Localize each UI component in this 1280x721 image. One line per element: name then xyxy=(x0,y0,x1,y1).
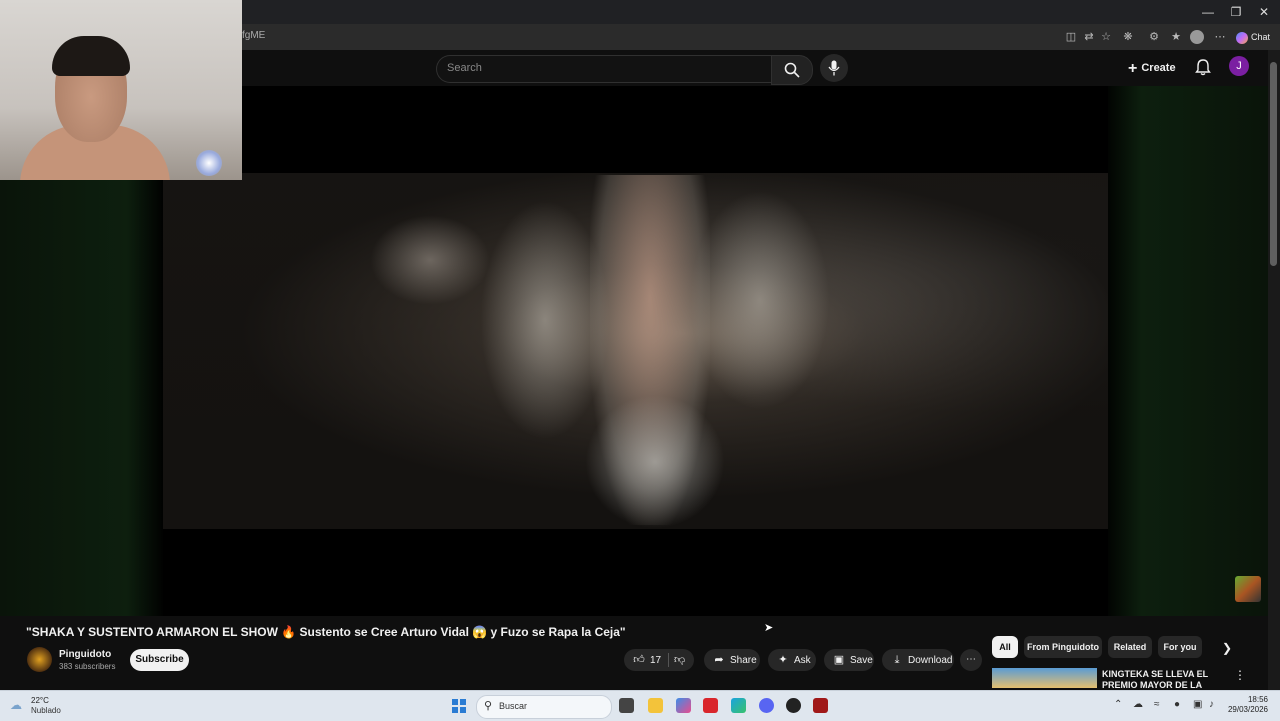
microphone-tray-icon[interactable]: ● xyxy=(1174,699,1180,710)
video-figure-arm xyxy=(370,215,490,305)
like-divider xyxy=(668,653,669,667)
ring-light xyxy=(196,150,222,176)
taskbar-search-label: Buscar xyxy=(499,701,528,711)
mouse-cursor-icon: ➤ xyxy=(764,622,774,634)
plus-icon: + xyxy=(1128,60,1138,77)
chip-for-you[interactable]: For you xyxy=(1158,636,1202,658)
like-count: 17 xyxy=(650,655,662,666)
microphone-icon xyxy=(828,60,840,76)
extensions-icon[interactable]: ❋ xyxy=(1121,30,1135,44)
windows-start-icon[interactable] xyxy=(452,699,466,713)
chip-from-channel[interactable]: From Pinguidoto xyxy=(1024,636,1102,658)
share-button[interactable]: ➦ Share xyxy=(704,649,760,671)
game-app-icon[interactable] xyxy=(813,698,828,713)
bookmark-star-icon[interactable]: ☆ xyxy=(1099,30,1113,44)
download-icon: ⤓ xyxy=(894,654,900,666)
search-placeholder: Search xyxy=(447,62,482,74)
notifications-bell-icon[interactable] xyxy=(1194,58,1212,76)
video-figure-pants xyxy=(585,395,725,529)
more-menu-icon[interactable]: ⋯ xyxy=(1213,30,1227,44)
weather-temperature[interactable]: 22°C xyxy=(31,696,49,705)
video-title: "SHAKA Y SUSTENTO ARMARON EL SHOW 🔥 Sust… xyxy=(26,625,626,639)
thumbs-up-icon: 👍︎ xyxy=(633,654,645,666)
webcam-person-hair xyxy=(52,36,130,76)
like-button[interactable]: 👍︎ 17 xyxy=(624,654,662,666)
copilot-app-icon[interactable] xyxy=(676,698,691,713)
windows-taskbar: ☁ 22°C Nublado ⚲ Buscar ⌃ ☁ ≈ ● ▣ ♪ 18:5… xyxy=(0,690,1280,721)
office-app-icon[interactable] xyxy=(703,698,718,713)
search-button[interactable] xyxy=(771,55,813,85)
clock-date[interactable]: 29/03/2026 xyxy=(1226,705,1268,714)
download-label: Download xyxy=(908,655,953,666)
task-view-icon[interactable] xyxy=(619,698,634,713)
channel-watermark[interactable] xyxy=(1235,576,1261,602)
cloud-sync-icon[interactable]: ☁ xyxy=(1133,699,1143,710)
video-figure-shirt-right xyxy=(690,190,830,410)
wifi-icon[interactable]: ≈ xyxy=(1154,699,1160,710)
copilot-icon xyxy=(1236,31,1248,44)
thumbs-down-icon[interactable]: 👎︎ xyxy=(674,649,685,671)
url-text[interactable]: fgME xyxy=(242,30,265,41)
create-label: Create xyxy=(1141,62,1176,74)
chevron-right-icon[interactable]: ❯ xyxy=(1222,641,1232,655)
more-actions-button[interactable]: ⋯ xyxy=(960,649,982,671)
close-icon[interactable]: ✕ xyxy=(1256,4,1272,20)
like-dislike-group: 👍︎ 17 👎︎ xyxy=(624,649,694,671)
taskbar-search[interactable]: ⚲ Buscar xyxy=(476,695,612,719)
create-button[interactable]: + Create xyxy=(1128,55,1184,81)
page-scrollbar[interactable] xyxy=(1268,50,1280,690)
voice-search-button[interactable] xyxy=(820,54,848,82)
weather-description[interactable]: Nublado xyxy=(31,706,61,715)
chip-all[interactable]: All xyxy=(992,636,1018,658)
share-arrow-icon: ➦ xyxy=(714,654,724,666)
minimize-icon[interactable]: — xyxy=(1200,4,1216,20)
more-horizontal-icon: ⋯ xyxy=(966,654,976,665)
app-available-icon[interactable]: ◫ xyxy=(1064,30,1078,44)
clock-time[interactable]: 18:56 xyxy=(1244,695,1268,704)
bookmark-icon: ▣ xyxy=(833,654,845,666)
chat-label: Chat xyxy=(1251,32,1271,42)
favorites-icon[interactable]: ★ xyxy=(1169,30,1183,44)
edge-browser-icon[interactable] xyxy=(731,698,746,713)
sparkle-icon: ✦ xyxy=(778,654,788,666)
volume-icon[interactable]: ♪ xyxy=(1209,699,1214,710)
profile-icon[interactable] xyxy=(1190,30,1204,44)
account-avatar[interactable]: J xyxy=(1229,56,1249,76)
performance-icon[interactable]: ⚙ xyxy=(1147,30,1161,44)
search-input[interactable]: Search xyxy=(436,55,771,83)
copilot-chat-button[interactable]: Chat xyxy=(1236,28,1276,46)
file-explorer-icon[interactable] xyxy=(648,698,663,713)
discord-icon[interactable] xyxy=(759,698,774,713)
subscribe-button[interactable]: Subscribe xyxy=(130,649,189,671)
cloud-icon: ☁ xyxy=(10,698,22,712)
channel-name[interactable]: Pinguidoto xyxy=(59,649,111,660)
subscriber-count: 383 subscribers xyxy=(59,662,116,671)
search-icon: ⚲ xyxy=(484,700,493,712)
save-button[interactable]: ▣ Save xyxy=(824,649,874,671)
save-label: Save xyxy=(850,655,873,666)
translate-icon[interactable]: ⇄ xyxy=(1082,30,1096,44)
more-vertical-icon[interactable]: ⋮ xyxy=(1234,668,1246,682)
restore-icon[interactable]: ❐ xyxy=(1228,4,1244,20)
ask-button[interactable]: ✦ Ask xyxy=(768,649,816,671)
chip-related[interactable]: Related xyxy=(1108,636,1152,658)
network-icon[interactable]: ▣ xyxy=(1193,699,1202,710)
ask-label: Ask xyxy=(794,655,811,666)
chevron-up-icon[interactable]: ⌃ xyxy=(1114,699,1122,710)
recommendation-thumbnail[interactable] xyxy=(992,668,1097,688)
channel-avatar[interactable] xyxy=(27,647,52,672)
search-icon xyxy=(784,62,800,78)
scrollbar-thumb[interactable] xyxy=(1270,62,1277,266)
share-label: Share xyxy=(730,655,757,666)
download-button[interactable]: ⤓ Download xyxy=(882,649,954,671)
obs-icon[interactable] xyxy=(786,698,801,713)
webcam-overlay xyxy=(0,0,242,180)
